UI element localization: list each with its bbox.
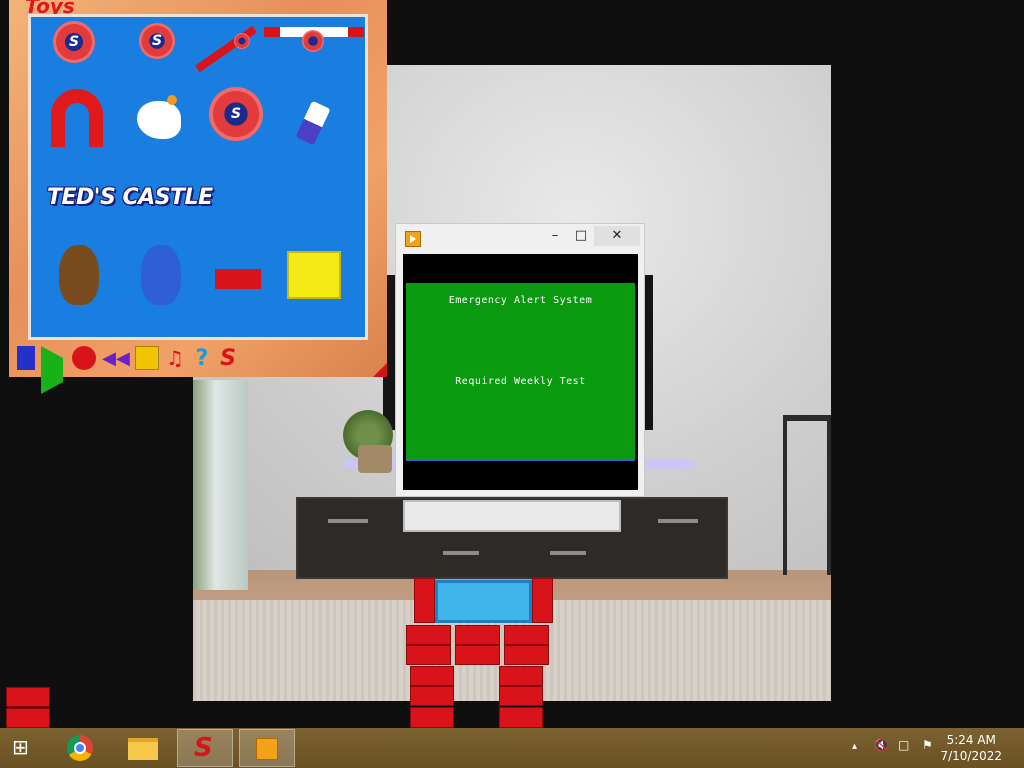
robot-leg-block[interactable] bbox=[410, 686, 454, 706]
taskbar-chrome[interactable] bbox=[53, 729, 109, 767]
play-icon[interactable] bbox=[41, 346, 63, 394]
robot-block[interactable] bbox=[504, 625, 549, 645]
action-center-flag-icon[interactable]: ⚑ bbox=[922, 738, 933, 752]
network-error-icon[interactable]: □ bbox=[898, 738, 909, 752]
start-button[interactable]: ⊞ bbox=[0, 729, 48, 767]
taskbar-crazy-machines[interactable]: S bbox=[177, 729, 233, 767]
lever-pivot-icon bbox=[234, 33, 250, 49]
robot-block[interactable] bbox=[504, 645, 549, 665]
robot-block[interactable] bbox=[406, 645, 451, 665]
stray-block[interactable] bbox=[6, 687, 50, 707]
robot-arm-left[interactable] bbox=[414, 578, 435, 623]
goose-part[interactable] bbox=[137, 101, 181, 139]
robot-leg-block[interactable] bbox=[499, 666, 543, 686]
robot-leg-block[interactable] bbox=[410, 707, 454, 728]
system-clock[interactable]: 5:24 AM 7/10/2022 bbox=[940, 732, 1002, 764]
eas-title-text: Emergency Alert System bbox=[448, 295, 593, 306]
seesaw-pivot-icon bbox=[302, 30, 324, 52]
chrome-center-icon bbox=[74, 742, 86, 754]
teddy-bear-brown[interactable] bbox=[59, 245, 99, 305]
robot-leg-block[interactable] bbox=[410, 666, 454, 686]
console-white-drawer bbox=[403, 500, 621, 532]
taskbar: ⊞ S ▴ 🔇 □ ⚑ 5:24 AM 7/10/2022 bbox=[0, 728, 1024, 768]
gear-part[interactable]: S bbox=[53, 21, 95, 63]
eas-test-text: Required Weekly Test bbox=[455, 376, 586, 387]
room-window bbox=[193, 380, 248, 590]
robot-block[interactable] bbox=[455, 625, 500, 645]
minimize-button[interactable]: – bbox=[542, 226, 568, 246]
s-logo-icon[interactable]: S bbox=[218, 346, 238, 371]
taskbar-file-explorer[interactable] bbox=[116, 729, 172, 767]
large-gear-part[interactable]: S bbox=[209, 87, 263, 141]
robot-blue-panel[interactable] bbox=[435, 580, 532, 623]
eas-screen: Emergency Alert System Required Weekly T… bbox=[406, 283, 635, 461]
media-player-icon bbox=[256, 738, 278, 760]
s-app-icon: S bbox=[194, 733, 213, 763]
clock-time: 5:24 AM bbox=[946, 733, 996, 747]
music-note-icon[interactable]: ♫ bbox=[165, 346, 185, 370]
yellow-block-part[interactable] bbox=[287, 251, 341, 299]
gear-letter: S bbox=[68, 34, 80, 50]
parts-canvas: S S S TED'S CASTLE bbox=[28, 14, 368, 340]
magnet-part[interactable] bbox=[51, 89, 103, 147]
player-titlebar[interactable]: – □ ✕ bbox=[396, 224, 644, 252]
robot-block[interactable] bbox=[455, 645, 500, 665]
robot-leg-block[interactable] bbox=[499, 707, 543, 728]
robot-block[interactable] bbox=[406, 625, 451, 645]
media-player-app-icon bbox=[405, 231, 421, 247]
teds-castle-title[interactable]: TED'S CASTLE bbox=[47, 185, 213, 210]
plant-vase bbox=[358, 445, 392, 473]
close-button[interactable]: ✕ bbox=[594, 226, 640, 246]
help-icon[interactable]: ? bbox=[191, 346, 213, 371]
teddy-bear-blue[interactable] bbox=[141, 245, 181, 305]
panel-resize-grip-icon[interactable] bbox=[373, 363, 387, 377]
stray-block[interactable] bbox=[6, 708, 50, 728]
robot-arm-right[interactable] bbox=[532, 578, 553, 623]
clock-date: 7/10/2022 bbox=[940, 749, 1002, 763]
resize-arrow-icon[interactable] bbox=[375, 68, 387, 116]
maximize-button[interactable]: □ bbox=[568, 226, 594, 246]
gear-letter: S bbox=[151, 33, 163, 49]
rewind-icon[interactable]: ◀◀ bbox=[102, 346, 130, 370]
video-area[interactable]: Emergency Alert System Required Weekly T… bbox=[403, 254, 638, 490]
chair bbox=[783, 415, 831, 575]
toy-parts-panel: Toys S S S TED'S CASTLE ◀◀ ♫ ? S bbox=[9, 0, 387, 394]
lever-part[interactable] bbox=[195, 25, 257, 73]
eraser-part[interactable] bbox=[295, 100, 331, 146]
gear-letter: S bbox=[230, 106, 242, 122]
scroll-tool-icon[interactable] bbox=[17, 346, 35, 370]
record-icon[interactable] bbox=[72, 346, 96, 370]
robot-leg-block[interactable] bbox=[499, 686, 543, 706]
media-player-window: – □ ✕ Emergency Alert System Required We… bbox=[395, 223, 645, 497]
yellow-square-icon[interactable] bbox=[135, 346, 159, 370]
show-hidden-icons-chevron-icon[interactable]: ▴ bbox=[852, 741, 857, 752]
small-gear-part[interactable]: S bbox=[139, 23, 175, 59]
folder-icon bbox=[128, 738, 158, 760]
taskbar-media-player[interactable] bbox=[239, 729, 295, 767]
windows-logo-icon: ⊞ bbox=[12, 735, 29, 759]
goose-beak-icon bbox=[167, 95, 177, 105]
speaker-muted-icon[interactable]: 🔇 bbox=[874, 738, 889, 752]
red-brick-part[interactable] bbox=[215, 269, 261, 289]
